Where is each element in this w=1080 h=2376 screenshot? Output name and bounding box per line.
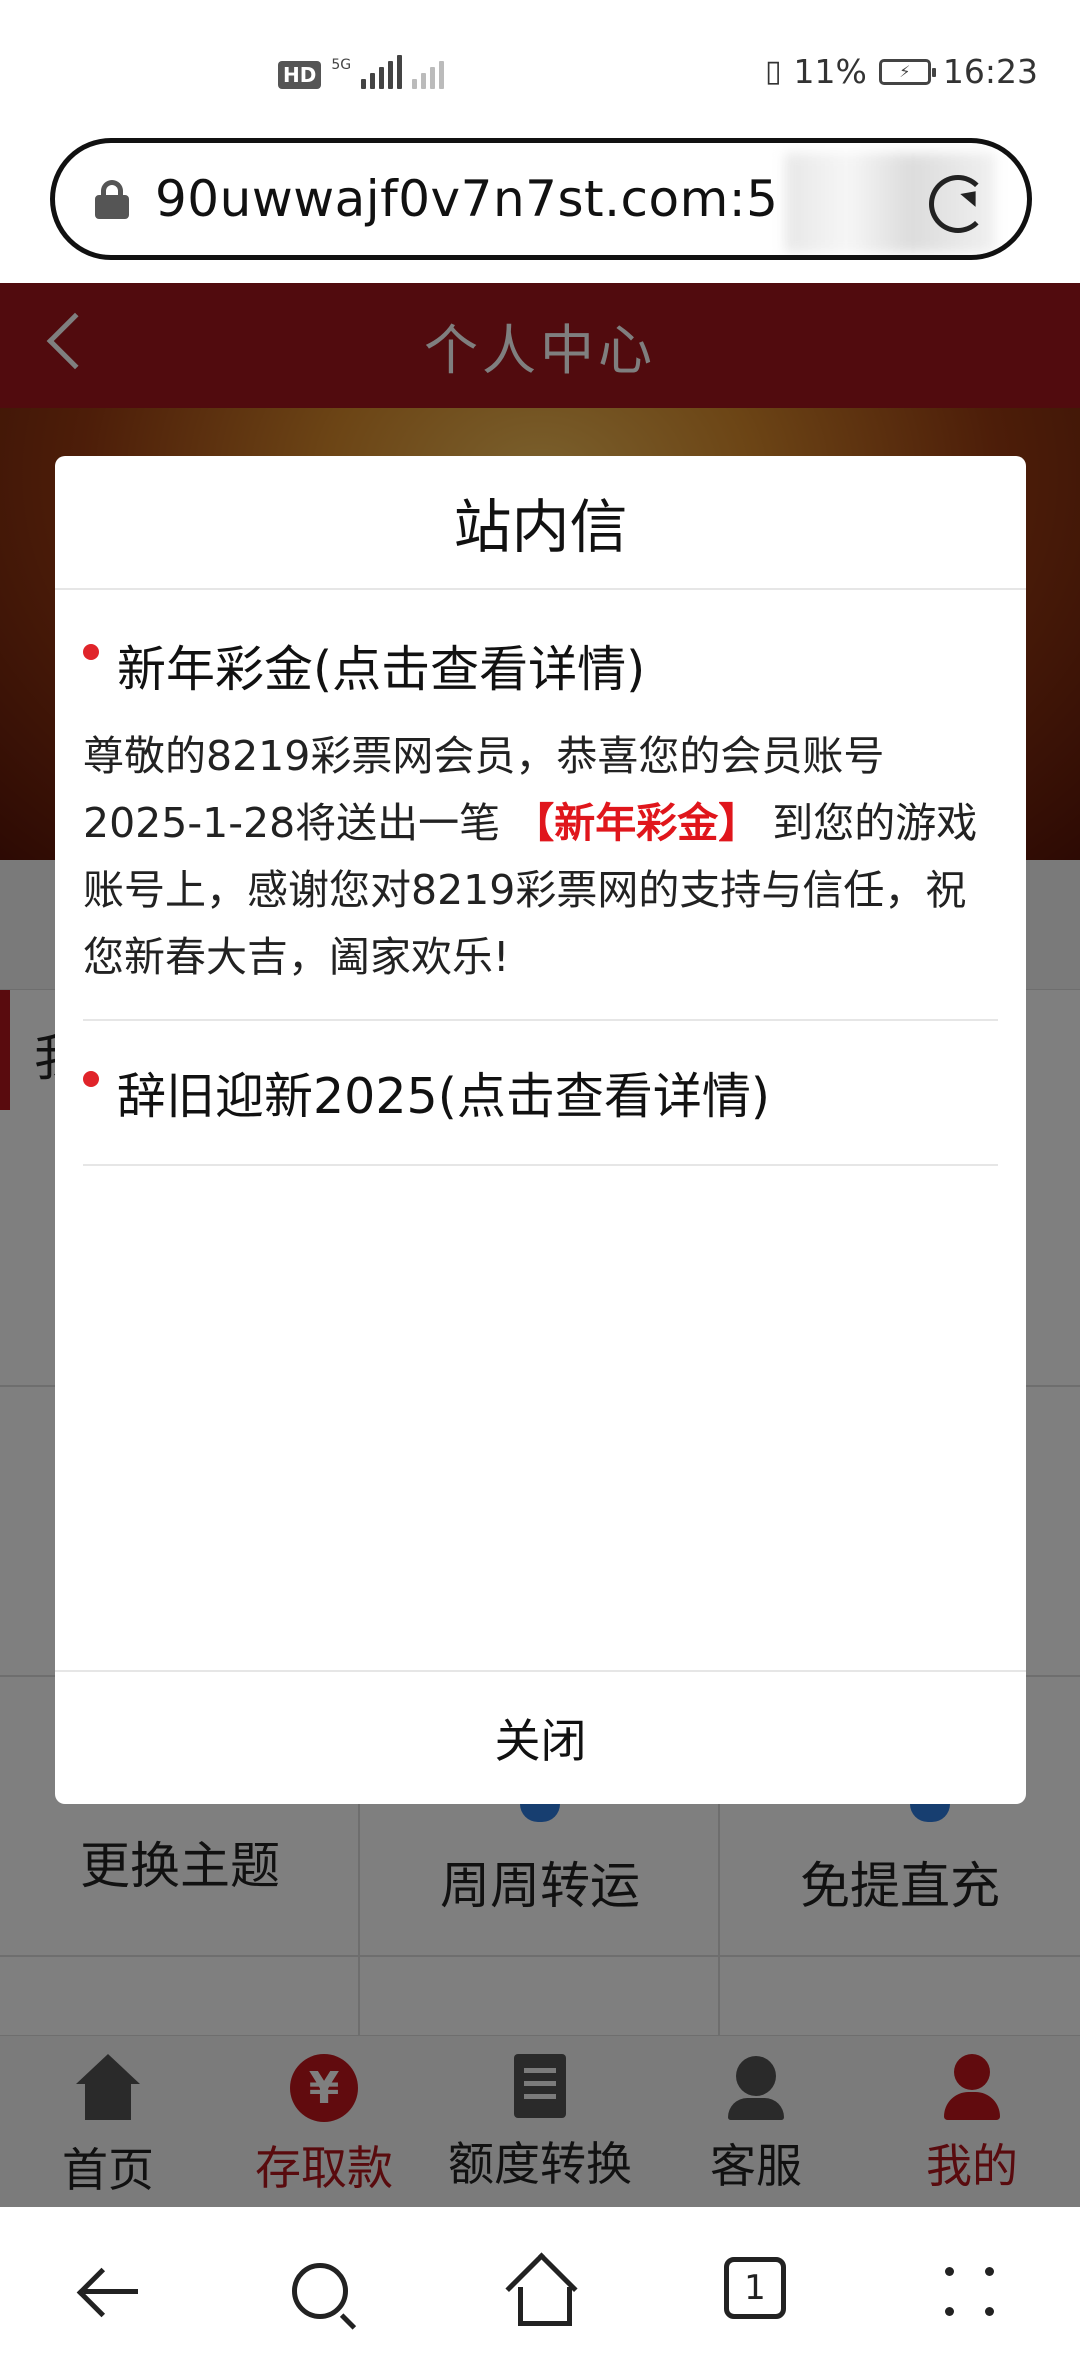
clock: 16:23 <box>942 52 1038 91</box>
unread-dot-icon <box>83 643 99 660</box>
message-header[interactable]: 辞旧迎新2025(点击查看详情) <box>83 1021 998 1164</box>
back-arrow-icon[interactable] <box>78 2267 138 2317</box>
status-right: ▯ 11% ⚡ 16:23 <box>765 52 1038 91</box>
battery-percent: 11% <box>793 52 867 91</box>
close-button[interactable]: 关闭 <box>55 1670 1026 1804</box>
message-title[interactable]: 辞旧迎新2025(点击查看详情) <box>117 1057 770 1128</box>
message-item[interactable]: 辞旧迎新2025(点击查看详情) <box>83 1021 998 1166</box>
hd-badge: HD <box>278 61 322 89</box>
reload-icon[interactable] <box>929 175 987 233</box>
message-item[interactable]: 新年彩金(点击查看详情) 尊敬的8219彩票网会员，恭喜您的会员账号2025-1… <box>83 590 998 1021</box>
message-title[interactable]: 新年彩金(点击查看详情) <box>117 630 645 701</box>
signal-off-icon <box>412 55 445 89</box>
vibrate-icon: ▯ <box>765 54 782 89</box>
status-bar: HD 5G ▯ 11% ⚡ 16:23 <box>0 0 1080 130</box>
lock-icon[interactable] <box>95 180 129 219</box>
modal-title: 站内信 <box>55 456 1026 590</box>
status-indicators: HD 5G <box>278 55 445 89</box>
address-bar[interactable]: 90uwwajf0v7n7st.com:5 <box>50 138 1032 260</box>
inbox-modal: 站内信 新年彩金(点击查看详情) 尊敬的8219彩票网会员，恭喜您的会员账号20… <box>55 456 1026 1804</box>
battery-charging-icon: ⚡ <box>878 58 936 85</box>
message-body-text: 尊敬的8219彩票网会员，恭喜您的会员账号2025-1-28将送出一笔 <box>83 732 885 847</box>
url-text[interactable]: 90uwwajf0v7n7st.com:5 <box>155 170 778 228</box>
network-type-label: 5G <box>331 57 352 73</box>
search-icon[interactable] <box>292 2263 348 2319</box>
browser-toolbar: 1 <box>0 2207 1080 2376</box>
unread-dot-icon <box>83 1070 99 1087</box>
screen: HD 5G ▯ 11% ⚡ 16:23 90uwwajf0v7n7st.com:… <box>0 0 1080 2376</box>
tabs-button[interactable]: 1 <box>724 2257 786 2319</box>
message-highlight: 【新年彩金】 <box>513 799 760 847</box>
message-body: 尊敬的8219彩票网会员，恭喜您的会员账号2025-1-28将送出一笔 【新年彩… <box>83 723 998 1019</box>
menu-dots-icon[interactable] <box>945 2267 997 2319</box>
signal-icon <box>361 55 403 89</box>
message-header[interactable]: 新年彩金(点击查看详情) <box>83 590 998 723</box>
home-outline-icon[interactable] <box>508 2259 572 2326</box>
